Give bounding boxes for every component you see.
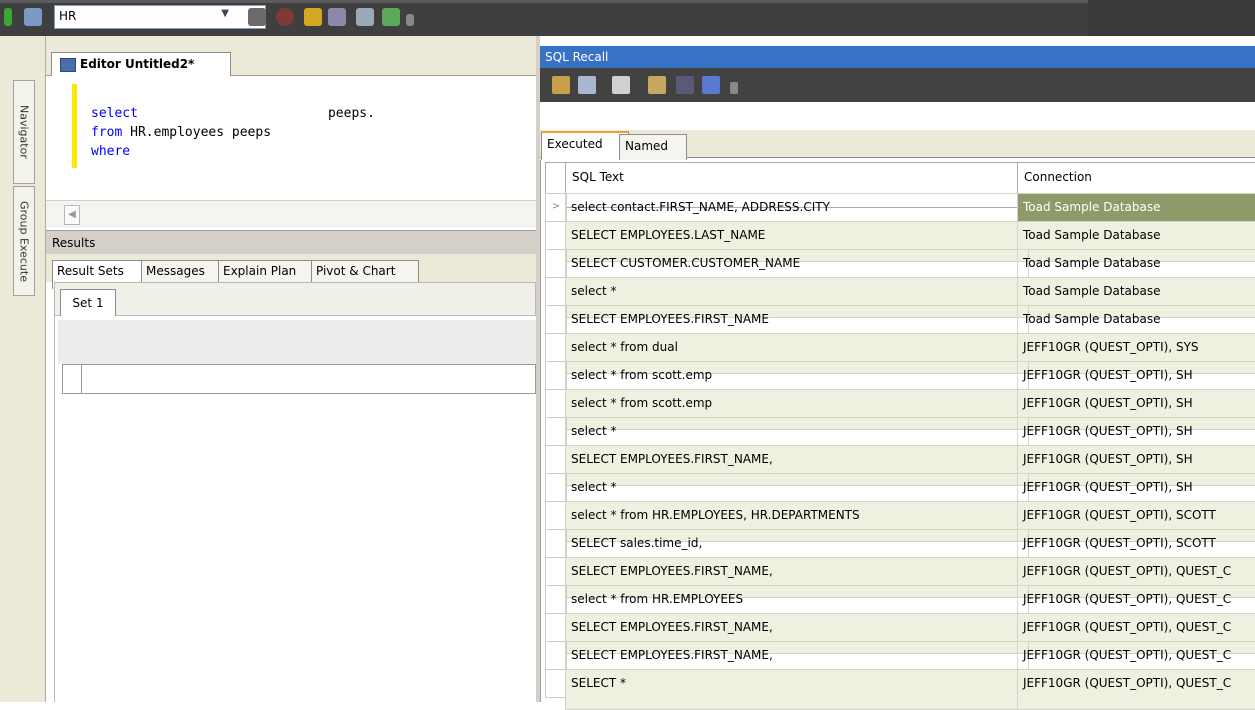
row-indicator[interactable]: [545, 333, 567, 362]
row-indicator[interactable]: [545, 669, 567, 698]
stop-icon[interactable]: [276, 8, 294, 26]
schema-combo[interactable]: HR ▼: [54, 5, 266, 29]
edit-icon[interactable]: [552, 76, 570, 94]
row-indicator[interactable]: [545, 361, 567, 390]
copy-icon[interactable]: [578, 76, 596, 94]
tab-set-1[interactable]: Set 1: [60, 289, 116, 316]
sql-text-cell[interactable]: SELECT *: [565, 669, 1029, 710]
table-row[interactable]: SELECT EMPLOYEES.LAST_NAME Toad Sample Da…: [545, 221, 1255, 262]
row-indicator[interactable]: [545, 585, 567, 614]
row-indicator[interactable]: [545, 557, 567, 586]
group-execute-tab[interactable]: Group Execute: [13, 186, 35, 296]
sql-recall-toolbar: [540, 68, 1255, 102]
toolbar-overflow-icon[interactable]: [730, 82, 738, 94]
editor-tab-label: Editor Untitled2*: [80, 57, 195, 71]
previous-icon[interactable]: [676, 76, 694, 94]
table-row[interactable]: select * from dual JEFF10GR (QUEST_OPTI),…: [545, 333, 1255, 374]
editor-document-icon: [60, 58, 76, 72]
schema-value: HR: [59, 9, 77, 23]
table-row[interactable]: select * from HR.EMPLOYEES, HR.DEPARTMEN…: [545, 501, 1255, 542]
table-row[interactable]: select * from scott.emp JEFF10GR (QUEST_O…: [545, 389, 1255, 430]
row-indicator[interactable]: [545, 501, 567, 530]
table-row[interactable]: select * from scott.emp JEFF10GR (QUEST_O…: [545, 361, 1255, 402]
navigator-tab[interactable]: Navigator: [13, 80, 35, 184]
row-indicator-header: [63, 365, 82, 393]
sql-recall-title: SQL Recall: [540, 46, 1255, 68]
explain-icon[interactable]: [328, 8, 346, 26]
editor-hscrollbar[interactable]: ◀: [46, 200, 536, 228]
results-header: Results: [46, 230, 536, 254]
delete-icon[interactable]: [612, 76, 630, 94]
table-row[interactable]: SELECT sales.time_id, JEFF10GR (QUEST_OPT…: [545, 529, 1255, 570]
table-row[interactable]: SELECT EMPLOYEES.FIRST_NAME, JEFF10GR (QU…: [545, 613, 1255, 654]
table-row[interactable]: SELECT EMPLOYEES.FIRST_NAME, JEFF10GR (QU…: [545, 641, 1255, 682]
keyword: from: [91, 125, 123, 140]
row-indicator[interactable]: [545, 221, 567, 250]
code-line-2: from HR.employees peeps: [91, 125, 271, 140]
row-indicator[interactable]: [545, 417, 567, 446]
connection-icon[interactable]: [24, 8, 42, 26]
row-indicator[interactable]: [545, 529, 567, 558]
keyword: select: [91, 106, 138, 121]
table-row[interactable]: SELECT CUSTOMER.CUSTOMER_NAME Toad Sample…: [545, 249, 1255, 290]
table-row[interactable]: select * JEFF10GR (QUEST_OPTI), SH: [545, 417, 1255, 458]
row-indicator-header: [545, 162, 567, 194]
row-indicator[interactable]: [545, 389, 567, 418]
code-line-1: select peeps.: [91, 106, 375, 121]
table-row[interactable]: SELECT EMPLOYEES.FIRST_NAME Toad Sample D…: [545, 305, 1255, 346]
table-row[interactable]: select * from HR.EMPLOYEES JEFF10GR (QUES…: [545, 585, 1255, 626]
keyword: where: [91, 144, 131, 159]
code-line-3: where: [91, 144, 130, 159]
toolbar-overflow-icon[interactable]: [406, 14, 414, 26]
scroll-left-icon[interactable]: ◀: [64, 205, 80, 225]
row-indicator[interactable]: [545, 473, 567, 502]
export-icon[interactable]: [356, 8, 374, 26]
row-indicator[interactable]: [545, 305, 567, 334]
row-indicator[interactable]: [545, 445, 567, 474]
next-icon[interactable]: [702, 76, 720, 94]
row-indicator[interactable]: [545, 641, 567, 670]
result-grid-header: [62, 364, 536, 394]
toolbar-right-area: [1088, 0, 1255, 36]
table-row[interactable]: SELECT EMPLOYEES.FIRST_NAME, JEFF10GR (QU…: [545, 445, 1255, 486]
refresh-icon[interactable]: [248, 8, 266, 26]
connection-cell[interactable]: JEFF10GR (QUEST_OPTI), QUEST_C: [1017, 669, 1255, 710]
row-indicator[interactable]: [545, 277, 567, 306]
group-by-area: [58, 320, 536, 364]
result-set-tab-bar: [54, 282, 536, 316]
main-toolbar: HR ▼: [0, 0, 1255, 36]
execute-icon[interactable]: [304, 8, 322, 26]
import-icon[interactable]: [382, 8, 400, 26]
save-named-icon[interactable]: [648, 76, 666, 94]
table-row[interactable]: SELECT EMPLOYEES.FIRST_NAME, JEFF10GR (QU…: [545, 557, 1255, 598]
row-indicator[interactable]: [545, 249, 567, 278]
row-indicator[interactable]: [545, 613, 567, 642]
table-row[interactable]: select * Toad Sample Database: [545, 277, 1255, 318]
chevron-down-icon[interactable]: ▼: [221, 8, 229, 19]
table-row[interactable]: SELECT * JEFF10GR (QUEST_OPTI), QUEST_C: [545, 669, 1255, 710]
row-indicator[interactable]: >: [545, 193, 567, 222]
table-row[interactable]: > select contact.FIRST_NAME, ADDRESS.CITY…: [545, 193, 1255, 234]
editor-change-marker: [72, 84, 77, 168]
run-arrow-icon[interactable]: [4, 8, 12, 26]
toolbar-accent: [0, 0, 1255, 3]
table-row[interactable]: select * JEFF10GR (QUEST_OPTI), SH: [545, 473, 1255, 514]
editor-tab[interactable]: Editor Untitled2*: [51, 52, 231, 76]
side-tab-strip: Navigator Group Execute: [0, 36, 46, 702]
code-text: peeps.: [327, 106, 375, 121]
sql-recall-filter-area: [540, 102, 1255, 130]
code-text: HR.employees peeps: [122, 125, 272, 140]
